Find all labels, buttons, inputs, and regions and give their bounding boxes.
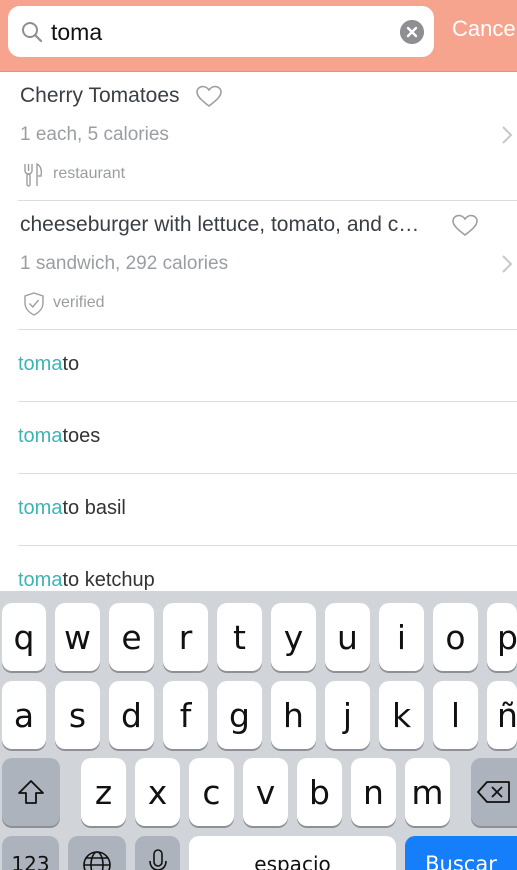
- chevron-right-icon: [502, 255, 513, 273]
- microphone-icon: [148, 849, 167, 870]
- suggestion-rest: toes: [62, 425, 101, 447]
- heart-icon[interactable]: [452, 214, 478, 238]
- key-d[interactable]: d: [109, 681, 154, 749]
- suggestion-text: tomato: [18, 353, 79, 376]
- dictation-key[interactable]: [135, 836, 180, 870]
- key-p[interactable]: p: [487, 603, 517, 671]
- key-c[interactable]: c: [189, 758, 234, 826]
- onscreen-keyboard: q w e r t y u i o p a s d f g h j k l ñ …: [0, 591, 517, 870]
- key-i[interactable]: i: [379, 603, 424, 671]
- food-result-item[interactable]: Cherry Tomatoes 1 each, 5 calories resta…: [18, 72, 517, 201]
- key-t[interactable]: t: [217, 603, 262, 671]
- suggestion-item[interactable]: tomatoes: [18, 402, 517, 474]
- search-input[interactable]: toma: [8, 6, 434, 57]
- heart-icon[interactable]: [196, 85, 222, 109]
- key-f[interactable]: f: [163, 681, 208, 749]
- key-m[interactable]: m: [405, 758, 450, 826]
- key-b[interactable]: b: [297, 758, 342, 826]
- suggestion-rest: to ketchup: [62, 569, 155, 591]
- key-n[interactable]: n: [351, 758, 396, 826]
- food-result-item[interactable]: cheeseburger with lettuce, tomato, and c…: [18, 201, 517, 330]
- suggestion-match: toma: [18, 569, 63, 591]
- suggestion-item[interactable]: tomato: [18, 330, 517, 402]
- chevron-right-icon: [502, 126, 513, 144]
- key-x[interactable]: x: [135, 758, 180, 826]
- suggestion-rest: to basil: [62, 497, 126, 519]
- suggestion-text: tomatoes: [18, 425, 100, 448]
- key-l[interactable]: l: [433, 681, 478, 749]
- key-q[interactable]: q: [2, 603, 46, 671]
- food-tag-label: restaurant: [53, 165, 126, 182]
- food-tag-label: verified: [53, 294, 105, 311]
- search-return-key[interactable]: Buscar: [405, 836, 517, 870]
- key-g[interactable]: g: [217, 681, 262, 749]
- numbers-key[interactable]: 123: [2, 836, 59, 870]
- food-title: cheeseburger with lettuce, tomato, and c…: [20, 213, 420, 236]
- suggestion-match: toma: [18, 425, 63, 447]
- key-o[interactable]: o: [433, 603, 478, 671]
- shield-check-icon: [24, 292, 44, 316]
- key-k[interactable]: k: [379, 681, 424, 749]
- key-r[interactable]: r: [163, 603, 208, 671]
- search-query: toma: [51, 19, 103, 45]
- key-v[interactable]: v: [243, 758, 288, 826]
- key-j[interactable]: j: [325, 681, 370, 749]
- key-e[interactable]: e: [109, 603, 154, 671]
- key-w[interactable]: w: [55, 603, 100, 671]
- key-y[interactable]: y: [271, 603, 316, 671]
- shift-icon: [18, 780, 44, 804]
- key-s[interactable]: s: [55, 681, 100, 749]
- clear-search-icon[interactable]: [400, 20, 424, 44]
- key-z[interactable]: z: [81, 758, 126, 826]
- suggestion-text: tomato basil: [18, 497, 126, 520]
- search-icon: [22, 22, 43, 43]
- search-header: toma Cancel: [0, 0, 517, 72]
- food-serving: 1 sandwich, 292 calories: [20, 253, 229, 274]
- search-results: Cherry Tomatoes 1 each, 5 calories resta…: [0, 72, 517, 618]
- globe-icon: [83, 851, 111, 870]
- key-h[interactable]: h: [271, 681, 316, 749]
- key-u[interactable]: u: [325, 603, 370, 671]
- suggestion-match: toma: [18, 497, 63, 519]
- fork-knife-icon: [24, 162, 43, 187]
- key-a[interactable]: a: [2, 681, 46, 749]
- shift-key[interactable]: [2, 758, 60, 826]
- space-key[interactable]: espacio: [189, 836, 396, 870]
- suggestion-text: tomato ketchup: [18, 569, 155, 592]
- backspace-icon: [477, 781, 510, 803]
- food-title: Cherry Tomatoes: [20, 84, 180, 107]
- suggestion-match: toma: [18, 353, 63, 375]
- suggestion-item[interactable]: tomato basil: [18, 474, 517, 546]
- suggestion-rest: to: [62, 353, 80, 375]
- cancel-button[interactable]: Cancel: [452, 16, 517, 42]
- food-serving: 1 each, 5 calories: [20, 124, 169, 145]
- globe-key[interactable]: [68, 836, 126, 870]
- key-n-tilde[interactable]: ñ: [487, 681, 517, 749]
- backspace-key[interactable]: [471, 758, 517, 826]
